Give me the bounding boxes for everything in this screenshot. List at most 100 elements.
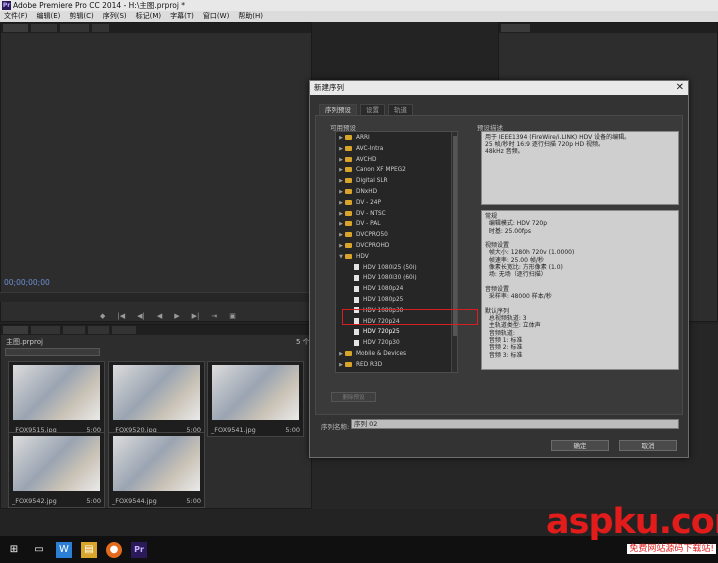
source-timecode[interactable]: 00;00;00;00 <box>4 278 50 287</box>
preset-tree-item[interactable]: ▶ DNxHD <box>336 187 377 198</box>
preset-tree-label: HDV 1080p24 <box>363 286 404 293</box>
chevron-right-icon[interactable]: ▶ <box>337 187 345 198</box>
folder-icon <box>345 189 352 194</box>
preset-tree-item[interactable]: ▼ HDV <box>336 252 369 263</box>
menu-clip[interactable]: 剪辑(C) <box>69 11 93 22</box>
preset-tree-item[interactable]: HDV 720p30 <box>336 338 400 349</box>
preset-tree-item[interactable]: ▶ AVCHD <box>336 155 376 166</box>
folder-icon <box>345 253 352 259</box>
tab-project[interactable] <box>3 326 29 334</box>
folder-icon <box>345 221 352 227</box>
cancel-button[interactable]: 取消 <box>619 440 677 451</box>
tab-media-browser[interactable] <box>31 326 61 334</box>
clip-thumbnail <box>13 365 100 420</box>
preset-tree-item[interactable]: ▶XDCAM EX <box>336 371 387 372</box>
preset-tree-item[interactable]: ▶ DVCPROHD <box>336 241 389 252</box>
preset-tree-item[interactable]: ▶ Mobile & Devices <box>336 349 406 360</box>
project-item-count: 5 个 <box>296 338 310 346</box>
folder-icon <box>345 145 352 151</box>
preset-tree-item[interactable]: HDV 1080i30 (60i) <box>336 273 417 284</box>
close-icon[interactable]: ✕ <box>676 81 684 95</box>
menu-marker[interactable]: 标记(M) <box>136 11 162 22</box>
preset-tree-item[interactable]: HDV 1080p24 <box>336 284 403 295</box>
menu-edit[interactable]: 编辑(E) <box>37 11 61 22</box>
file-explorer-icon[interactable]: ▤ <box>81 541 97 558</box>
chevron-right-icon[interactable]: ▶ <box>337 165 345 176</box>
tab-effect-controls[interactable] <box>31 24 57 32</box>
marker-icon[interactable]: ◆ <box>100 312 105 322</box>
tab-sequence-presets[interactable]: 序列预设 <box>319 104 357 115</box>
preset-tree-item[interactable]: HDV 1080p25 <box>336 295 403 306</box>
chevron-right-icon[interactable]: ▶ <box>337 230 345 241</box>
step-forward-icon[interactable]: ▶| <box>192 312 200 322</box>
preset-tree-item[interactable]: ▶ Canon XF MPEG2 <box>336 165 406 176</box>
detail-line: 场: 无场（逐行扫描） <box>485 271 547 279</box>
export-frame-icon[interactable]: ▣ <box>229 312 236 322</box>
scrollbar-thumb[interactable] <box>453 136 457 336</box>
tab-source[interactable] <box>3 24 29 32</box>
word-app-icon[interactable]: W <box>56 541 72 558</box>
preset-tree-item[interactable]: ▶ ARRI <box>336 133 370 144</box>
tab-info[interactable] <box>63 326 85 334</box>
tab-markers[interactable] <box>112 326 136 334</box>
source-scrub-bar[interactable] <box>0 292 312 302</box>
chevron-right-icon[interactable]: ▶ <box>337 371 345 372</box>
preset-tree-item[interactable]: ▶ DV - 24P <box>336 198 381 209</box>
chevron-right-icon[interactable]: ▶ <box>337 133 345 144</box>
step-back-icon[interactable]: ◀ <box>157 312 162 322</box>
chevron-right-icon[interactable]: ▶ <box>337 144 345 155</box>
task-view-icon[interactable]: ▭ <box>31 542 47 558</box>
chevron-right-icon[interactable]: ▶ <box>337 360 345 371</box>
preset-tree-item[interactable]: ▶ AVC-Intra <box>336 144 383 155</box>
preset-tree[interactable]: ▶ ARRI ▶ AVC-Intra ▶ AVCHD ▶ Canon XF MPEG2 ▶ Dig… <box>335 131 458 373</box>
tab-metadata[interactable] <box>91 24 110 32</box>
tab-settings[interactable]: 设置 <box>360 104 385 115</box>
menu-help[interactable]: 帮助(H) <box>238 11 263 22</box>
watermark-tagline: 免费网站源码下载站! <box>627 544 716 554</box>
project-item[interactable]: _FOX9520.jpg 5:00 <box>108 361 205 437</box>
premiere-taskbar-icon[interactable]: Pr <box>131 541 147 558</box>
sequence-name-label: 序列名称: <box>321 423 350 431</box>
chevron-right-icon[interactable]: ▶ <box>337 209 345 220</box>
project-item[interactable]: _FOX9515.jpg 5:00 <box>8 361 105 437</box>
preset-tree-item[interactable]: ▶ DV - PAL <box>336 219 380 230</box>
play-icon[interactable]: ▶ <box>174 312 179 322</box>
tab-audio-mixer[interactable] <box>59 24 89 32</box>
preset-tree-item[interactable]: ▶ Digital SLR <box>336 176 388 187</box>
chevron-right-icon[interactable]: ▶ <box>337 241 345 252</box>
insert-icon[interactable]: ⇥ <box>211 312 217 322</box>
menu-title[interactable]: 字幕(T) <box>170 11 194 22</box>
folder-icon <box>345 232 352 238</box>
preset-tree-label: ARRI <box>356 135 370 141</box>
preset-tree-item[interactable]: ▶ RED R3D <box>336 360 382 371</box>
chevron-right-icon[interactable]: ▶ <box>337 198 345 209</box>
tab-effects[interactable] <box>87 326 110 334</box>
sequence-name-input[interactable]: 序列 02 <box>351 419 679 429</box>
chevron-right-icon[interactable]: ▶ <box>337 349 345 360</box>
source-monitor-tabs <box>1 23 311 33</box>
chevron-right-icon[interactable]: ▶ <box>337 155 345 166</box>
menu-file[interactable]: 文件(F) <box>4 11 28 22</box>
menu-window[interactable]: 窗口(W) <box>203 11 229 22</box>
chevron-right-icon[interactable]: ▶ <box>337 176 345 187</box>
tab-program[interactable] <box>501 24 531 32</box>
chevron-right-icon[interactable]: ▶ <box>337 219 345 230</box>
chevron-down-icon[interactable]: ▼ <box>337 252 345 263</box>
menu-sequence[interactable]: 序列(S) <box>103 11 127 22</box>
preset-tree-scrollbar[interactable] <box>451 132 457 372</box>
mark-in-icon[interactable]: |◀ <box>117 312 125 322</box>
project-item[interactable]: _FOX9542.jpg 5:00 <box>8 432 105 508</box>
preset-tree-item[interactable]: HDV 720p25 <box>336 327 400 338</box>
mark-out-icon[interactable]: ◀| <box>137 312 145 322</box>
ok-button[interactable]: 确定 <box>551 440 609 451</box>
project-item[interactable]: _FOX9544.jpg 5:00 <box>108 432 205 508</box>
browser-icon[interactable]: ● <box>106 541 122 558</box>
windows-start-icon[interactable]: ⊞ <box>6 542 22 558</box>
preset-tree-item[interactable]: HDV 1080i25 (50i) <box>336 263 417 274</box>
delete-preset-button[interactable]: 删除预设 <box>331 392 376 402</box>
preset-tree-item[interactable]: ▶ DVCPRO50 <box>336 230 388 241</box>
tab-tracks[interactable]: 轨道 <box>388 104 413 115</box>
project-item[interactable]: _FOX9541.jpg 5:00 <box>207 361 304 437</box>
project-search-input[interactable] <box>5 348 100 356</box>
preset-tree-item[interactable]: ▶ DV - NTSC <box>336 209 386 220</box>
